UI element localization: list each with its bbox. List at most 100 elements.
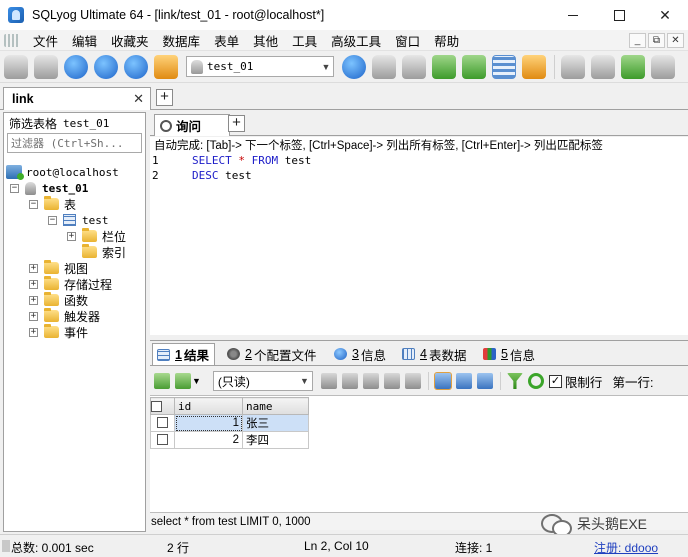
- execute-query-icon[interactable]: [64, 54, 88, 79]
- form-view-icon[interactable]: [455, 373, 472, 389]
- filter-label: 筛选表格: [9, 116, 58, 131]
- expand-icon[interactable]: +: [29, 295, 38, 305]
- database-select[interactable]: test_01 ▼: [186, 56, 334, 77]
- mdi-restore-button[interactable]: ⧉: [648, 32, 665, 48]
- collapse-icon[interactable]: −: [29, 199, 38, 209]
- refresh-icon[interactable]: [154, 54, 178, 79]
- menu-edit[interactable]: 编辑: [65, 31, 104, 50]
- mdi-close-button[interactable]: ✕: [667, 32, 684, 48]
- row-checkbox-cell[interactable]: [150, 431, 175, 449]
- tree-node-procedures[interactable]: + 存储过程: [29, 276, 112, 292]
- restore-database-icon[interactable]: [402, 54, 426, 79]
- tree-node-table-test[interactable]: − test: [48, 212, 109, 228]
- column-header-id[interactable]: id: [174, 397, 243, 415]
- export-icon[interactable]: [154, 373, 170, 389]
- expand-icon[interactable]: +: [29, 327, 38, 337]
- menu-advanced-tools[interactable]: 高级工具: [324, 31, 388, 50]
- menu-window[interactable]: 窗口: [388, 31, 427, 50]
- menu-file[interactable]: 文件: [26, 31, 65, 50]
- import-icon[interactable]: [462, 54, 486, 79]
- collapse-icon[interactable]: −: [48, 215, 57, 225]
- grid-view-icon[interactable]: [433, 372, 452, 390]
- select-all-header[interactable]: [150, 397, 175, 415]
- cell-name[interactable]: 张三: [242, 414, 309, 432]
- tab-result[interactable]: 1 结果: [152, 343, 215, 365]
- copy-database-icon[interactable]: [432, 54, 456, 79]
- text-view-icon[interactable]: [476, 373, 493, 389]
- user-manager-icon[interactable]: [342, 54, 366, 79]
- menu-table[interactable]: 表单: [207, 31, 246, 50]
- minimize-button[interactable]: [550, 0, 596, 30]
- add-query-tab-button[interactable]: +: [228, 115, 245, 132]
- cancel-icon[interactable]: [404, 373, 421, 389]
- tree-node-tables[interactable]: − 表: [29, 196, 76, 212]
- execute-all-icon[interactable]: [94, 54, 118, 79]
- insert-row-icon[interactable]: [320, 373, 337, 389]
- duplicate-row-icon[interactable]: [341, 373, 358, 389]
- expand-icon[interactable]: +: [29, 311, 38, 321]
- menu-help[interactable]: 帮助: [427, 31, 466, 50]
- tree-node-database[interactable]: − test_01: [10, 180, 88, 196]
- checkbox[interactable]: [157, 417, 168, 429]
- import-icon[interactable]: [175, 373, 191, 389]
- tree-node-views[interactable]: + 视图: [29, 260, 88, 276]
- menu-tools[interactable]: 工具: [285, 31, 324, 50]
- column-header-name[interactable]: name: [242, 397, 309, 415]
- query-builder-icon[interactable]: [522, 54, 546, 79]
- query-editor[interactable]: 自动完成: [Tab]-> 下一个标签, [Ctrl+Space]-> 列出所有…: [150, 137, 688, 335]
- expand-icon[interactable]: +: [67, 231, 76, 241]
- register-link[interactable]: 注册: ddooo: [594, 539, 658, 556]
- checkbox[interactable]: [151, 401, 162, 412]
- data-sync-icon[interactable]: [591, 54, 615, 79]
- save-icon[interactable]: [362, 373, 379, 389]
- expand-icon[interactable]: +: [29, 263, 38, 273]
- tree-node-columns[interactable]: + 栏位: [67, 228, 126, 244]
- result-mode-select[interactable]: (只读) ▼: [212, 371, 313, 391]
- expand-icon[interactable]: +: [29, 279, 38, 289]
- close-icon[interactable]: ✕: [133, 91, 144, 107]
- tab-messages[interactable]: 5 信息: [483, 343, 535, 365]
- tab-query[interactable]: 询问: [154, 114, 230, 136]
- table-row[interactable]: 1 张三: [150, 414, 309, 432]
- add-connection-button[interactable]: +: [156, 89, 173, 106]
- schema-sync-icon[interactable]: [561, 54, 585, 79]
- tree-node-server[interactable]: root@localhost: [6, 164, 119, 180]
- refresh-icon[interactable]: [527, 373, 544, 389]
- stop-query-icon[interactable]: [124, 54, 148, 79]
- compare-icon[interactable]: [621, 54, 645, 79]
- tab-table-data[interactable]: 4 表数据: [402, 343, 466, 365]
- limit-rows-checkbox[interactable]: ✓: [548, 374, 562, 388]
- table-row[interactable]: 2 李四: [150, 431, 309, 449]
- new-query-icon[interactable]: [34, 54, 58, 79]
- cell-name[interactable]: 李四: [242, 431, 309, 449]
- tab-info[interactable]: 3 信息: [334, 343, 386, 365]
- connection-tab-label: link: [12, 92, 34, 106]
- new-connection-icon[interactable]: [4, 54, 28, 79]
- tab-profile[interactable]: 2 个配置文件: [227, 343, 316, 365]
- backup-database-icon[interactable]: [372, 54, 396, 79]
- schema-designer-icon[interactable]: [492, 54, 516, 79]
- maximize-button[interactable]: [596, 0, 642, 30]
- sql-operator: *: [238, 154, 245, 167]
- filter-icon[interactable]: [506, 373, 523, 389]
- tree-node-events[interactable]: + 事件: [29, 324, 88, 340]
- checkbox[interactable]: [157, 434, 168, 446]
- tree-node-indexes[interactable]: 索引: [82, 244, 126, 260]
- delete-icon[interactable]: [383, 373, 400, 389]
- menu-other[interactable]: 其他: [246, 31, 285, 50]
- menu-favorites[interactable]: 收藏夹: [104, 31, 156, 50]
- close-button[interactable]: ✕: [642, 0, 688, 30]
- cell-id[interactable]: 2: [174, 431, 243, 449]
- collapse-icon[interactable]: −: [10, 183, 19, 193]
- chevron-down-icon[interactable]: ▼: [192, 376, 201, 386]
- tree-node-functions[interactable]: + 函数: [29, 292, 88, 308]
- row-checkbox-cell[interactable]: [150, 414, 175, 432]
- tab-label: 个配置文件: [253, 348, 317, 363]
- mdi-minimize-button[interactable]: _: [629, 32, 646, 48]
- connection-tab-link[interactable]: link ✕: [3, 87, 151, 110]
- filter-input[interactable]: 过滤器 (Ctrl+Sh...: [7, 133, 142, 153]
- monitor-icon[interactable]: [651, 54, 675, 79]
- cell-id[interactable]: 1: [174, 414, 243, 432]
- tree-node-triggers[interactable]: + 触发器: [29, 308, 100, 324]
- menu-database[interactable]: 数据库: [156, 31, 208, 50]
